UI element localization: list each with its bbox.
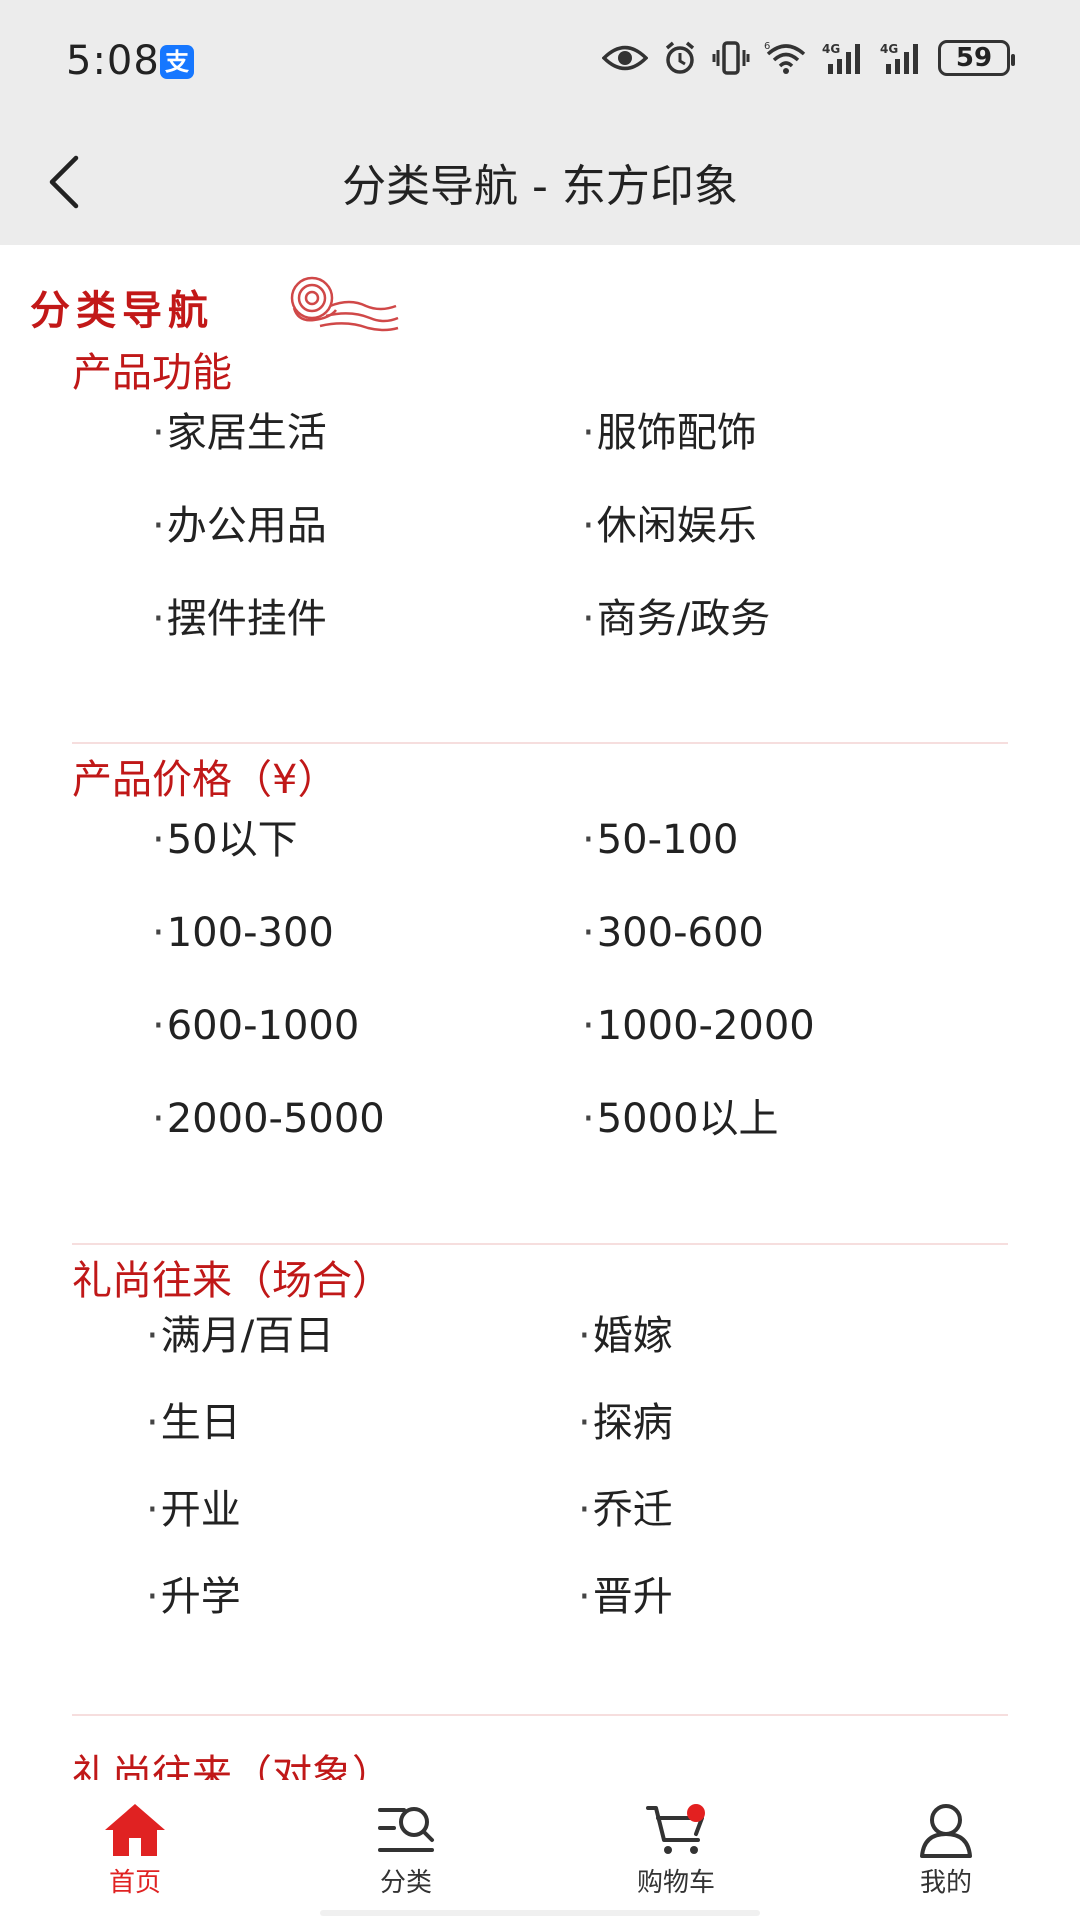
list-item[interactable]: ·100-300 — [152, 905, 334, 961]
vibrate-icon — [712, 41, 750, 75]
tab-home[interactable]: 首页 — [65, 1802, 205, 1912]
list-item[interactable]: ·50-100 — [582, 812, 738, 868]
tab-category[interactable]: 分类 — [336, 1802, 476, 1912]
divider — [72, 742, 1008, 744]
list-item[interactable]: ·50以下 — [152, 812, 298, 868]
list-item[interactable]: ·升学 — [146, 1569, 241, 1625]
divider — [72, 1714, 1008, 1716]
list-item[interactable]: ·家居生活 — [152, 405, 327, 461]
bottom-tab-bar: 首页 分类 购物车 我的 — [0, 1780, 1080, 1920]
list-item[interactable]: ·服饰配饰 — [582, 405, 757, 461]
list-item[interactable]: ·休闲娱乐 — [582, 498, 757, 554]
alarm-icon — [665, 41, 695, 74]
content-area: 分类导航 产品功能 ·家居生活 ·服饰配饰 ·办公用品 ·休闲娱乐 ·摆件挂件 … — [0, 245, 1080, 1780]
home-indicator — [320, 1910, 760, 1916]
section-product-function: 产品功能 — [72, 345, 1008, 401]
tab-mine[interactable]: 我的 — [876, 1802, 1016, 1912]
status-icons: 6 4G 4G 59 — [602, 36, 1015, 80]
home-icon — [105, 1804, 165, 1856]
section-title: 产品功能 — [72, 350, 232, 396]
list-item[interactable]: ·商务/政务 — [582, 591, 770, 647]
list-item[interactable]: ·1000-2000 — [582, 998, 815, 1054]
list-item[interactable]: ·满月/百日 — [146, 1308, 334, 1364]
battery-icon: 59 — [938, 40, 1015, 76]
list-item[interactable]: ·300-600 — [582, 905, 764, 961]
svg-text:6: 6 — [764, 41, 770, 52]
alipay-notification-icon: 支 — [160, 45, 194, 79]
list-item[interactable]: ·生日 — [146, 1395, 241, 1451]
nav-bar: 分类导航 - 东方印象 — [0, 120, 1080, 245]
list-item[interactable]: ·办公用品 — [152, 498, 327, 554]
list-item[interactable]: ·2000-5000 — [152, 1091, 385, 1147]
wifi-icon: 6 — [764, 41, 806, 74]
tab-label: 首页 — [108, 1868, 161, 1898]
status-bar: 5:08 支 6 4G 4G 59 — [0, 0, 1080, 120]
signal-icon-1: 4G — [822, 42, 860, 74]
list-item[interactable]: ·探病 — [578, 1395, 673, 1451]
category-search-icon — [378, 1807, 434, 1852]
list-item[interactable]: ·婚嫁 — [578, 1308, 673, 1364]
tab-label: 我的 — [919, 1868, 972, 1898]
list-item[interactable]: ·600-1000 — [152, 998, 359, 1054]
status-time: 5:08 — [66, 38, 160, 84]
page-title: 分类导航 - 东方印象 — [342, 161, 738, 212]
battery-level: 59 — [955, 43, 993, 73]
divider — [72, 1243, 1008, 1245]
user-icon — [920, 1804, 972, 1858]
section-recipient: 礼尚往来（对象） — [72, 1747, 1008, 1780]
svg-text:4G: 4G — [822, 42, 840, 56]
category-logo: 分类导航 — [30, 270, 400, 350]
section-title: 礼尚往来（场合） — [72, 1258, 392, 1304]
list-item[interactable]: ·摆件挂件 — [152, 591, 327, 647]
list-item[interactable]: ·乔迁 — [578, 1482, 673, 1538]
section-product-price: 产品价格（¥） — [72, 752, 1008, 808]
cart-badge-dot — [687, 1804, 705, 1822]
section-occasion: 礼尚往来（场合） — [72, 1253, 1008, 1309]
tab-cart[interactable]: 购物车 — [606, 1802, 746, 1912]
list-item[interactable]: ·5000以上 — [582, 1091, 779, 1147]
list-item[interactable]: ·开业 — [146, 1482, 241, 1538]
logo-text: 分类导航 — [30, 287, 214, 334]
tab-label: 分类 — [379, 1868, 432, 1898]
section-title: 产品价格（¥） — [72, 757, 338, 803]
tab-label: 购物车 — [636, 1868, 715, 1898]
section-title: 礼尚往来（对象） — [72, 1752, 392, 1780]
list-item[interactable]: ·晋升 — [578, 1569, 673, 1625]
cloud-ornament-icon — [290, 276, 399, 332]
svg-text:4G: 4G — [880, 42, 898, 56]
eye-icon — [602, 45, 648, 71]
signal-icon-2: 4G — [880, 42, 918, 74]
